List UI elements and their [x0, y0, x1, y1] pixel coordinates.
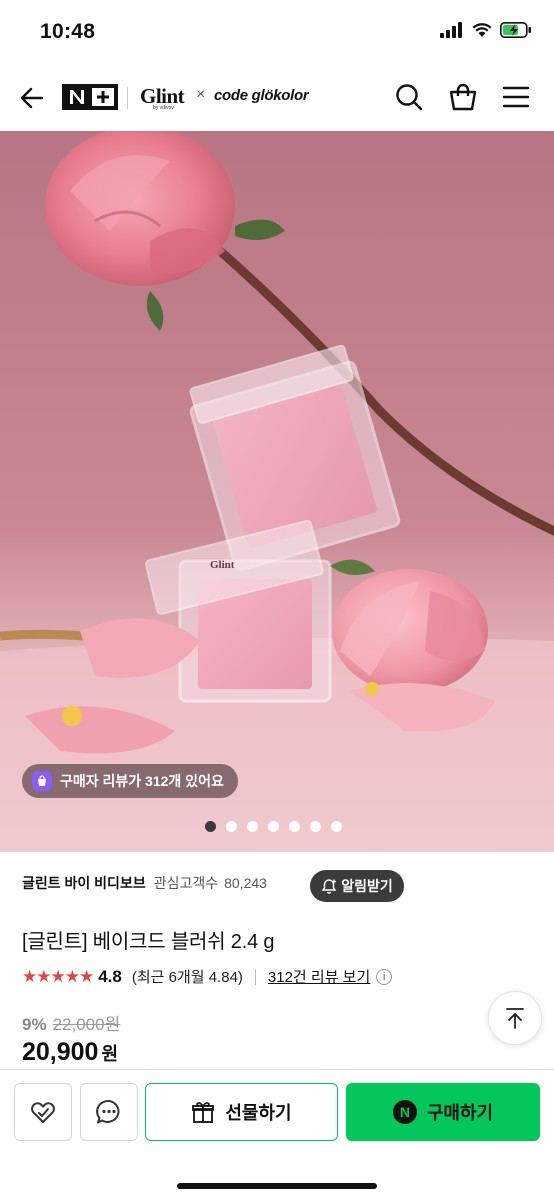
- chat-button[interactable]: [80, 1083, 138, 1141]
- home-indicator[interactable]: [177, 1183, 377, 1189]
- shopping-bag-icon[interactable]: [448, 82, 478, 112]
- back-button[interactable]: [18, 84, 46, 112]
- followers-count: 80,243: [224, 875, 267, 891]
- status-icons: [440, 22, 532, 38]
- naver-pay-icon: N: [392, 1100, 417, 1124]
- carousel-dot[interactable]: [247, 821, 258, 832]
- discount-rate: 9%: [22, 1015, 47, 1034]
- notify-label: 알림받기: [341, 878, 393, 894]
- gift-button[interactable]: 선물하기: [145, 1083, 338, 1141]
- discount-row: 9% 22,000원: [22, 1010, 120, 1035]
- chat-bubble-icon: [96, 1099, 120, 1124]
- price-row: 20,900 원: [22, 1038, 118, 1067]
- bell-plus-icon: [321, 878, 337, 894]
- carousel-dot[interactable]: [226, 821, 237, 832]
- wifi-icon: [472, 23, 492, 37]
- shopping-bag-badge-icon: [32, 771, 52, 791]
- compact-brand-mark: Glint: [210, 559, 235, 571]
- carousel-dot[interactable]: [310, 821, 321, 832]
- arrow-up-icon: [506, 1008, 524, 1029]
- cellular-signal-icon: [440, 22, 462, 38]
- review-count-pill[interactable]: 구매자 리뷰가 312개 있어요: [22, 764, 238, 798]
- reviews-link[interactable]: 312건 리뷰 보기: [268, 966, 370, 987]
- heart-check-icon: [31, 1102, 55, 1123]
- buy-label: 구매하기: [426, 1103, 494, 1123]
- brand-by-text: by vdivov: [153, 105, 174, 111]
- status-time: 10:48: [40, 20, 96, 43]
- collab-brand: code glökolor: [214, 87, 309, 104]
- product-image-carousel[interactable]: Glint 구매자 리뷰가 312개 있어요: [0, 131, 554, 852]
- buy-button[interactable]: N 구매하기: [346, 1083, 540, 1141]
- bottom-action-bar: 선물하기 N 구매하기: [0, 1069, 554, 1200]
- rating-value: 4.8: [98, 966, 122, 986]
- nplus-logo[interactable]: [62, 84, 118, 115]
- battery-charging-icon: [500, 22, 531, 38]
- product-photo: Glint: [0, 131, 554, 852]
- collab-x: ×: [196, 86, 206, 103]
- notify-button[interactable]: 알림받기: [310, 870, 404, 902]
- recent-rating: (최근 6개월 4.84): [131, 969, 243, 986]
- carousel-dot[interactable]: [331, 821, 342, 832]
- carousel-dot[interactable]: [205, 821, 216, 832]
- rating-divider: [254, 968, 256, 985]
- gift-icon: [192, 1102, 215, 1123]
- followers-label: 관심고객수: [153, 875, 219, 891]
- search-icon[interactable]: [394, 82, 424, 112]
- store-info: 글린트 바이 비디보브 관심고객수 80,243: [22, 873, 267, 893]
- wishlist-button[interactable]: [14, 1083, 72, 1141]
- info-icon[interactable]: i: [376, 968, 393, 985]
- original-price: 22,000원: [52, 1015, 121, 1034]
- review-pill-text: 구매자 리뷰가 312개 있어요: [60, 773, 224, 789]
- rating-stars: ★★★★★: [22, 966, 94, 986]
- sale-price: 20,900: [22, 1038, 99, 1066]
- carousel-indicator: [205, 821, 342, 832]
- carousel-dot[interactable]: [268, 821, 279, 832]
- product-title: [글린트] 베이크드 블러쉬 2.4 g: [22, 931, 275, 953]
- header-divider: [127, 87, 128, 109]
- rating-row: ★★★★★ 4.8 (최근 6개월 4.84) 312건 리뷰 보기 i: [22, 966, 393, 987]
- scroll-to-top-button[interactable]: [488, 991, 542, 1045]
- currency-unit: 원: [101, 1044, 119, 1064]
- status-bar: 10:48: [0, 0, 554, 64]
- gift-label: 선물하기: [225, 1103, 292, 1123]
- store-name[interactable]: 글린트 바이 비디보브: [22, 873, 146, 893]
- carousel-dot[interactable]: [289, 821, 300, 832]
- menu-icon[interactable]: [501, 82, 531, 112]
